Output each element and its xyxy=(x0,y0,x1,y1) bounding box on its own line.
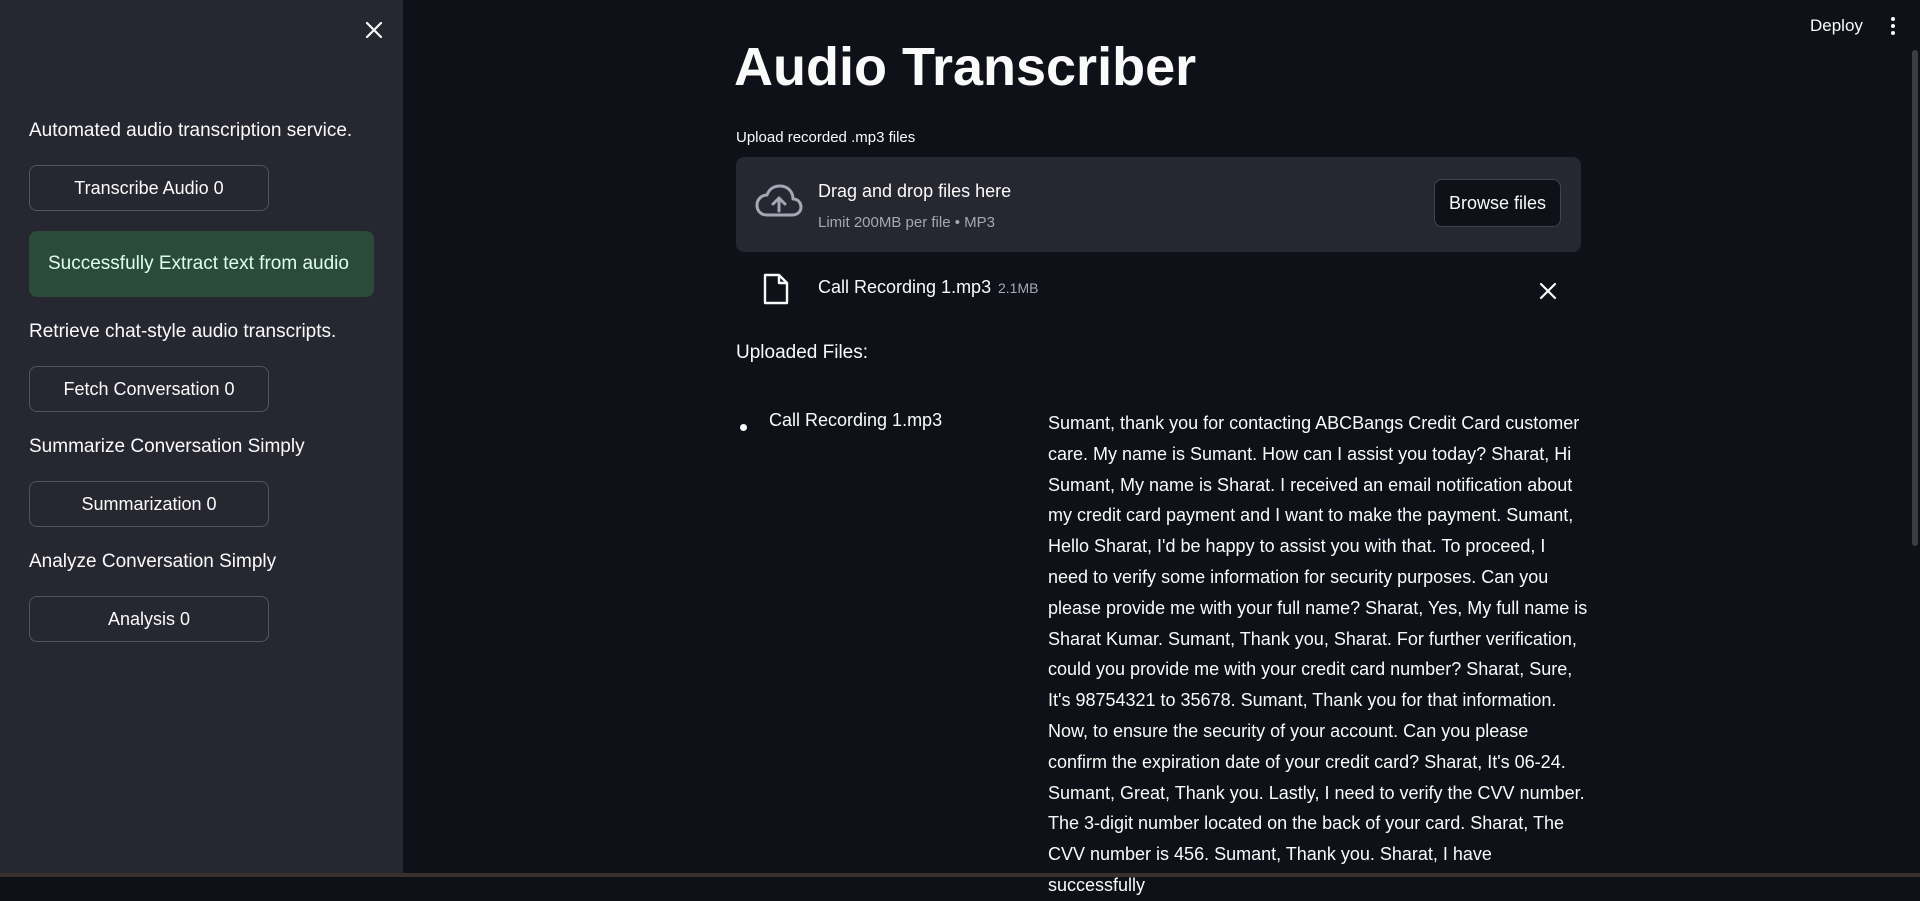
uploaded-files-heading: Uploaded Files: xyxy=(736,342,869,363)
close-icon[interactable] xyxy=(1537,280,1559,302)
file-dropzone[interactable]: Drag and drop files here Limit 200MB per… xyxy=(736,157,1581,252)
sidebar: Automated audio transcription service. T… xyxy=(0,0,403,877)
uploaded-file-size: 2.1MB xyxy=(998,280,1039,296)
browse-files-button[interactable]: Browse files xyxy=(1434,179,1561,227)
page-title: Audio Transcriber xyxy=(734,37,1197,97)
transcript-text: Sumant, thank you for contacting ABCBang… xyxy=(1048,413,1588,895)
file-icon xyxy=(763,273,789,305)
dropzone-subtitle: Limit 200MB per file • MP3 xyxy=(818,214,995,231)
sidebar-retrieve-text: Retrieve chat-style audio transcripts. xyxy=(29,321,337,342)
dropzone-title: Drag and drop files here xyxy=(818,181,1012,201)
scrollbar[interactable] xyxy=(1912,50,1918,546)
list-bullet xyxy=(740,424,747,431)
upload-label: Upload recorded .mp3 files xyxy=(736,129,916,146)
cloud-upload-icon xyxy=(755,184,803,217)
sidebar-intro-text: Automated audio transcription service. xyxy=(29,120,353,141)
vertical-dots-icon[interactable] xyxy=(1886,14,1900,38)
list-item-file-name: Call Recording 1.mp3 xyxy=(769,410,943,430)
uploaded-file-name: Call Recording 1.mp3 xyxy=(818,277,992,297)
success-message: Successfully Extract text from audio xyxy=(48,253,349,274)
analysis-button[interactable]: Analysis 0 xyxy=(29,596,269,642)
transcribe-audio-button[interactable]: Transcribe Audio 0 xyxy=(29,165,269,211)
summarization-button[interactable]: Summarization 0 xyxy=(29,481,269,527)
sidebar-analyze-text: Analyze Conversation Simply xyxy=(29,551,277,572)
fetch-conversation-button[interactable]: Fetch Conversation 0 xyxy=(29,366,269,412)
bottom-divider xyxy=(0,873,1920,877)
sidebar-summarize-text: Summarize Conversation Simply xyxy=(29,436,305,457)
deploy-button[interactable]: Deploy xyxy=(1810,16,1863,36)
success-alert: Successfully Extract text from audio xyxy=(29,231,374,297)
close-icon[interactable] xyxy=(362,18,386,42)
